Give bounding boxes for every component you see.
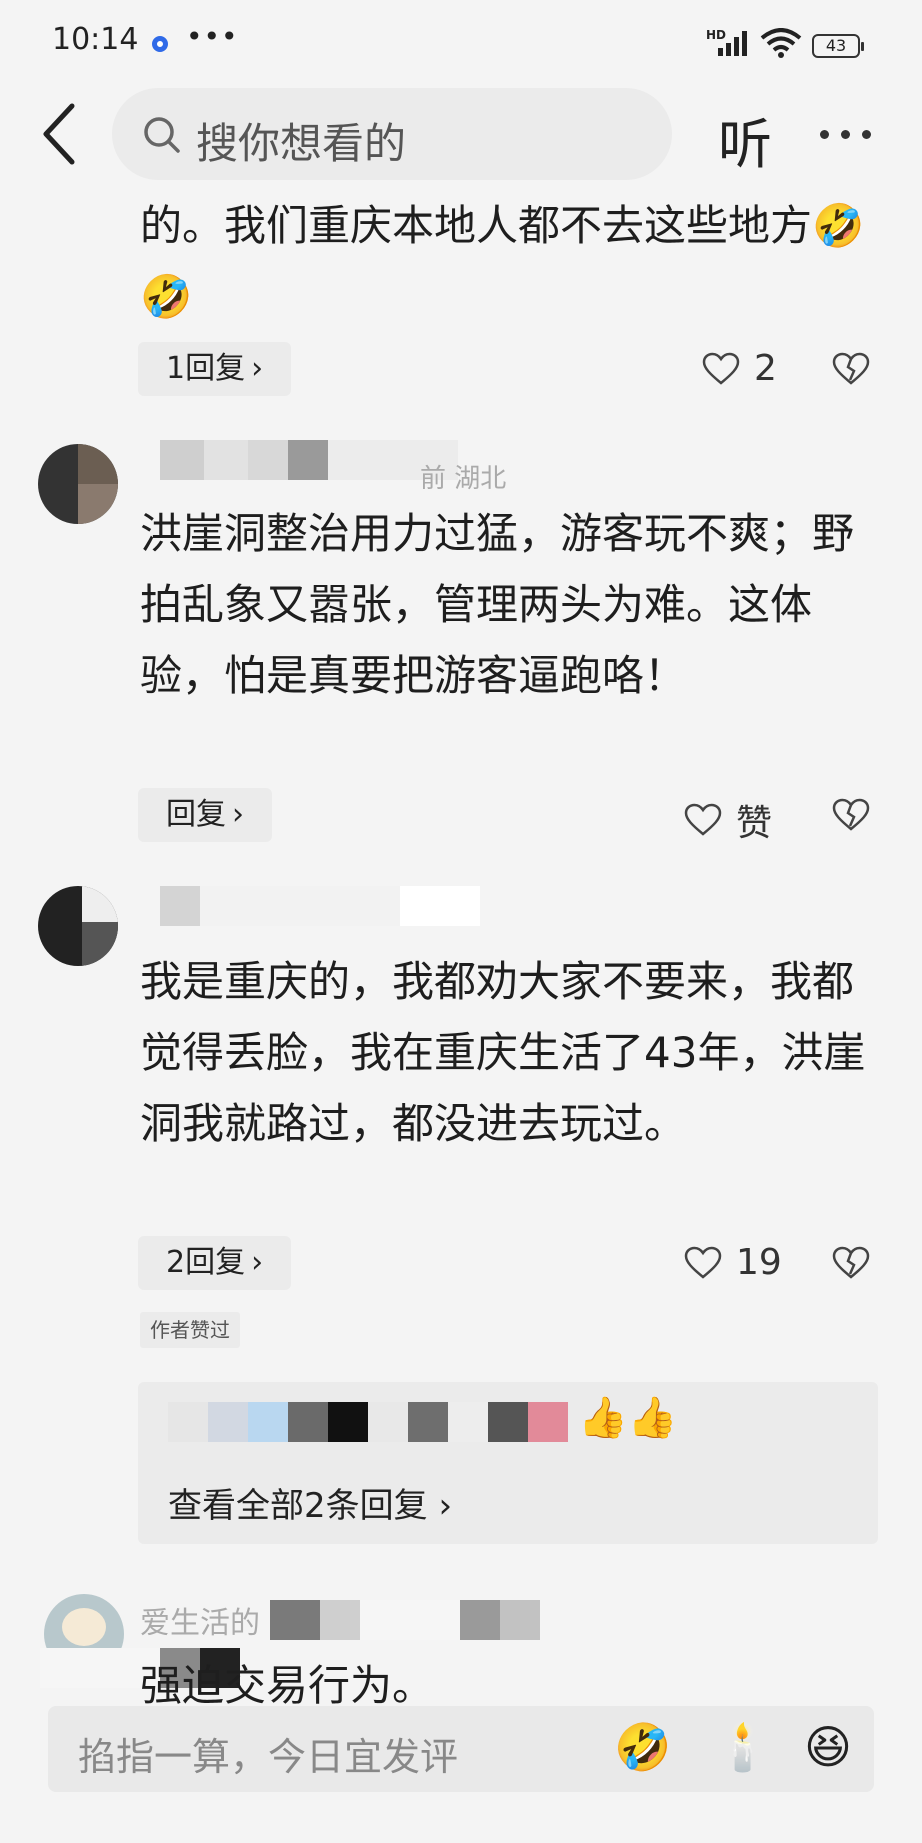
like-count: 赞	[736, 803, 773, 844]
like-button[interactable]: 2	[702, 348, 777, 389]
like-count: 2	[754, 348, 777, 389]
candle-emoji-button[interactable]: 🕯️	[714, 1720, 771, 1775]
chevron-right-icon: ›	[251, 1245, 264, 1280]
view-all-replies-link[interactable]: 查看全部2条回复 ›	[168, 1478, 452, 1527]
comment-3-text: 我是重庆的，我都劝大家不要来，我都觉得丢脸，我在重庆生活了43年，洪崖洞我就路过…	[140, 957, 866, 1148]
like-button[interactable]: 赞	[684, 794, 772, 846]
wifi-icon	[760, 28, 802, 58]
status-time: 10:14	[52, 22, 139, 57]
avatar[interactable]	[38, 444, 118, 524]
heart-icon	[684, 1246, 722, 1279]
search-input[interactable]: 搜你想看的	[112, 88, 672, 180]
comment-2-text: 洪崖洞整治用力过猛，游客玩不爽；野拍乱象又嚣张，管理两头为难。这体验，怕是真要把…	[140, 509, 855, 700]
reply-label: 回复	[166, 797, 226, 832]
reply-preview-blurred	[168, 1402, 568, 1442]
reply-label: 1回复	[166, 351, 246, 386]
search-placeholder: 搜你想看的	[196, 119, 407, 168]
reply-label: 2回复	[166, 1245, 246, 1280]
dislike-button[interactable]	[832, 1246, 870, 1280]
like-count: 19	[736, 1242, 782, 1283]
comment-1-text: 的。我们重庆本地人都不去这些地方	[140, 201, 813, 250]
chevron-right-icon: ›	[427, 1486, 453, 1526]
dislike-button[interactable]	[832, 798, 870, 832]
notification-dot-icon	[152, 36, 168, 52]
signal-icon	[718, 31, 747, 56]
reply-button[interactable]: 2回复 ›	[138, 1236, 292, 1290]
comment-input[interactable]: 掐指一算，今日宜发评 🤣 🕯️ 😆	[48, 1706, 874, 1792]
reply-button[interactable]: 回复 ›	[138, 788, 272, 842]
listen-button[interactable]: 听	[718, 100, 772, 179]
avatar[interactable]	[38, 886, 118, 966]
author-liked-badge: 作者赞过	[140, 1312, 240, 1348]
comment-meta: 前 湖北	[420, 464, 507, 494]
author-name-blurred	[160, 886, 480, 926]
thumbs-up-emoji: 👍👍	[578, 1395, 678, 1441]
status-more-icon: •••	[186, 20, 239, 53]
like-button[interactable]: 19	[684, 1242, 782, 1283]
chevron-right-icon: ›	[232, 797, 244, 832]
back-button[interactable]	[40, 102, 80, 166]
heart-icon	[684, 803, 722, 836]
comment-text: 的。我们重庆本地人都不去这些地方🤣🤣	[140, 190, 880, 332]
author-name-blurred	[160, 440, 458, 480]
comment-input-placeholder: 掐指一算，今日宜发评	[78, 1735, 459, 1779]
heart-icon	[702, 352, 740, 385]
more-options-button[interactable]	[820, 124, 883, 143]
grinning-squint-emoji-button[interactable]: 😆	[804, 1720, 852, 1774]
reply-button[interactable]: 1回复 ›	[138, 342, 292, 396]
view-all-label: 查看全部2条回复	[168, 1486, 428, 1526]
chevron-right-icon: ›	[251, 351, 264, 386]
laughing-crying-emoji-button[interactable]: 🤣	[614, 1720, 671, 1775]
comment-author: 爱生活的	[140, 1606, 260, 1641]
search-icon	[144, 117, 180, 153]
author-name-blurred	[270, 1600, 540, 1640]
dislike-button[interactable]	[832, 352, 870, 386]
battery-icon: 43	[812, 34, 864, 58]
